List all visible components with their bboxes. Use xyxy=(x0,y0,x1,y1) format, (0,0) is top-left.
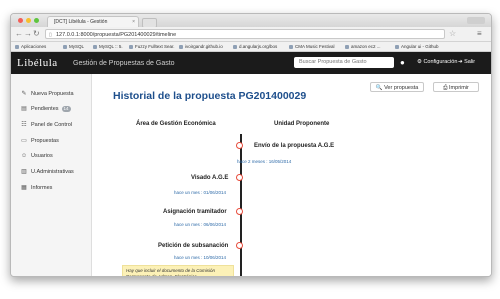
building-icon: ▥ xyxy=(21,169,27,175)
sidebar-item-nueva-propuesta[interactable]: ✎ Nueva Propuesta xyxy=(21,90,74,98)
inbox-icon: ▤ xyxy=(21,106,27,112)
github-icon[interactable]: ● xyxy=(400,57,405,68)
page-title: Historial de la propuesta PG201400029 xyxy=(113,90,307,102)
sidebar-item-label: Pendientes xyxy=(31,106,59,112)
back-icon[interactable]: ← xyxy=(15,29,23,39)
timeline-event-title: Envío de la propuesta A.G.E xyxy=(254,143,335,149)
timeline-dot xyxy=(236,142,243,149)
browser-tab[interactable]: [DCT] Libélula - Gestión × xyxy=(47,16,139,27)
profile-button[interactable] xyxy=(467,17,485,24)
sidebar-item-label: Informes xyxy=(31,185,53,191)
bookmark-icon xyxy=(395,44,399,49)
address-bar[interactable]: ▯ 127.0.0.1:8000/propuesta/PG201400029/t… xyxy=(45,29,445,39)
timeline-event-title: Petición de subsanación xyxy=(158,243,229,249)
navigation-bar: ← → ↻ ▯ 127.0.0.1:8000/propuesta/PG20140… xyxy=(11,27,491,42)
logout-link[interactable]: ➜ Salir xyxy=(458,58,475,67)
users-icon: ☺ xyxy=(21,153,28,159)
tab-close-icon[interactable]: × xyxy=(132,17,135,27)
app-subtitle: Gestión de Propuestas de Gasto xyxy=(73,60,175,67)
print-button[interactable]: ⎙ Imprimir xyxy=(433,82,479,92)
timeline-event-date: hace 2 meses : 16/05/2014 xyxy=(237,159,292,164)
column-header-left: Área de Gestión Económica xyxy=(136,121,216,127)
configuration-link[interactable]: ⚙ Configuración xyxy=(417,58,457,67)
dashboard-icon: ☷ xyxy=(21,122,27,128)
tab-bar: [DCT] Libélula - Gestión × xyxy=(11,14,491,28)
sidebar-item-label: U.Administrativas xyxy=(31,169,74,175)
bookmark-item[interactable]: MySQL xyxy=(63,43,84,50)
minimize-window-button[interactable] xyxy=(26,18,31,23)
timeline-event-date: hace un mes : 01/06/2014 xyxy=(174,190,227,195)
bookmark-icon xyxy=(129,44,133,49)
maximize-window-button[interactable] xyxy=(34,18,39,23)
bookmark-item[interactable]: MySQL :: 5. xyxy=(93,43,123,50)
sidebar-item-pendientes[interactable]: ▤ Pendientes 14 xyxy=(21,105,71,113)
timeline-event-date: hace un mes : 06/06/2014 xyxy=(174,222,227,227)
main-content: 🔍 Ver propuesta ⎙ Imprimir Historial de … xyxy=(92,74,491,276)
bookmark-icon xyxy=(289,44,293,49)
bookmarks-bar: Aplicaciones MySQL MySQL :: 5. Fuzzy Ful… xyxy=(11,42,491,52)
reload-icon[interactable]: ↻ xyxy=(33,29,40,39)
bookmark-item[interactable]: Fuzzy Fulltext Sear. xyxy=(129,43,175,50)
forward-icon[interactable]: → xyxy=(24,29,32,39)
close-window-button[interactable] xyxy=(18,18,23,23)
sidebar-item-panel-de-control[interactable]: ☷ Panel de Control xyxy=(21,121,72,129)
sidebar-item-usuarios[interactable]: ☺ Usuarios xyxy=(21,152,53,160)
brand-logo[interactable]: Libélula xyxy=(17,55,58,71)
url-text: 127.0.0.1:8000/propuesta/PG201400029/tim… xyxy=(56,32,177,38)
bookmark-icon xyxy=(233,44,237,49)
timeline-dot xyxy=(236,208,243,215)
timeline-event-title: Visado A.G.E xyxy=(191,175,229,181)
bookmark-item[interactable]: Aplicaciones xyxy=(15,43,46,50)
bookmark-icon xyxy=(345,44,349,49)
sidebar-item-u-administrativas[interactable]: ▥ U.Administrativas xyxy=(21,168,74,176)
bookmark-item[interactable]: ivoirgandr.github.io xyxy=(179,43,223,50)
timeline-event-title: Asignación tramitador xyxy=(163,209,227,215)
timeline-event-date: hace un mes : 10/06/2014 xyxy=(174,255,227,260)
sidebar-item-label: Usuarios xyxy=(31,153,53,159)
bookmark-item[interactable]: CMA Music Festival xyxy=(289,43,335,50)
sidebar-item-informes[interactable]: ▦ Informes xyxy=(21,184,52,192)
report-icon: ▦ xyxy=(21,185,27,191)
page-icon: ▯ xyxy=(49,32,52,38)
pending-count-badge: 14 xyxy=(61,106,71,112)
timeline-line xyxy=(240,134,242,276)
bookmark-icon xyxy=(63,44,67,49)
sidebar-item-label: Propuestas xyxy=(31,138,59,144)
sidebar-item-propuestas[interactable]: ▭ Propuestas xyxy=(21,137,59,145)
bookmark-star-icon[interactable]: ☆ xyxy=(449,29,456,38)
browser-window: [DCT] Libélula - Gestión × ← → ↻ ▯ 127.0… xyxy=(10,13,492,277)
timeline-dot xyxy=(236,242,243,249)
bookmark-item[interactable]: amazon ec2 ... xyxy=(345,43,381,50)
event-note: Hay que incluir el documento de la Comis… xyxy=(122,265,234,276)
search-input[interactable] xyxy=(294,57,394,68)
tab-title: [DCT] Libélula - Gestión xyxy=(54,19,108,25)
bookmark-item[interactable]: d.angularjs.org/bos xyxy=(233,43,277,50)
sidebar-item-label: Panel de Control xyxy=(31,122,72,128)
timeline-dot xyxy=(236,174,243,181)
bookmark-item[interactable]: Angular ui - Github xyxy=(395,43,439,50)
bookmark-icon xyxy=(93,44,97,49)
column-header-right: Unidad Proponente xyxy=(274,121,330,127)
bookmark-icon xyxy=(179,44,183,49)
apps-icon xyxy=(15,44,19,49)
browser-menu-icon[interactable]: ≡ xyxy=(477,29,482,38)
view-proposal-button[interactable]: 🔍 Ver propuesta xyxy=(370,82,424,92)
sidebar-item-label: Nueva Propuesta xyxy=(31,91,74,97)
document-icon: ▭ xyxy=(21,138,27,144)
sidebar: ✎ Nueva Propuesta ▤ Pendientes 14 ☷ Panel de… xyxy=(11,74,92,276)
app-header: Libélula Gestión de Propuestas de Gasto … xyxy=(11,52,491,74)
edit-icon: ✎ xyxy=(21,91,27,97)
